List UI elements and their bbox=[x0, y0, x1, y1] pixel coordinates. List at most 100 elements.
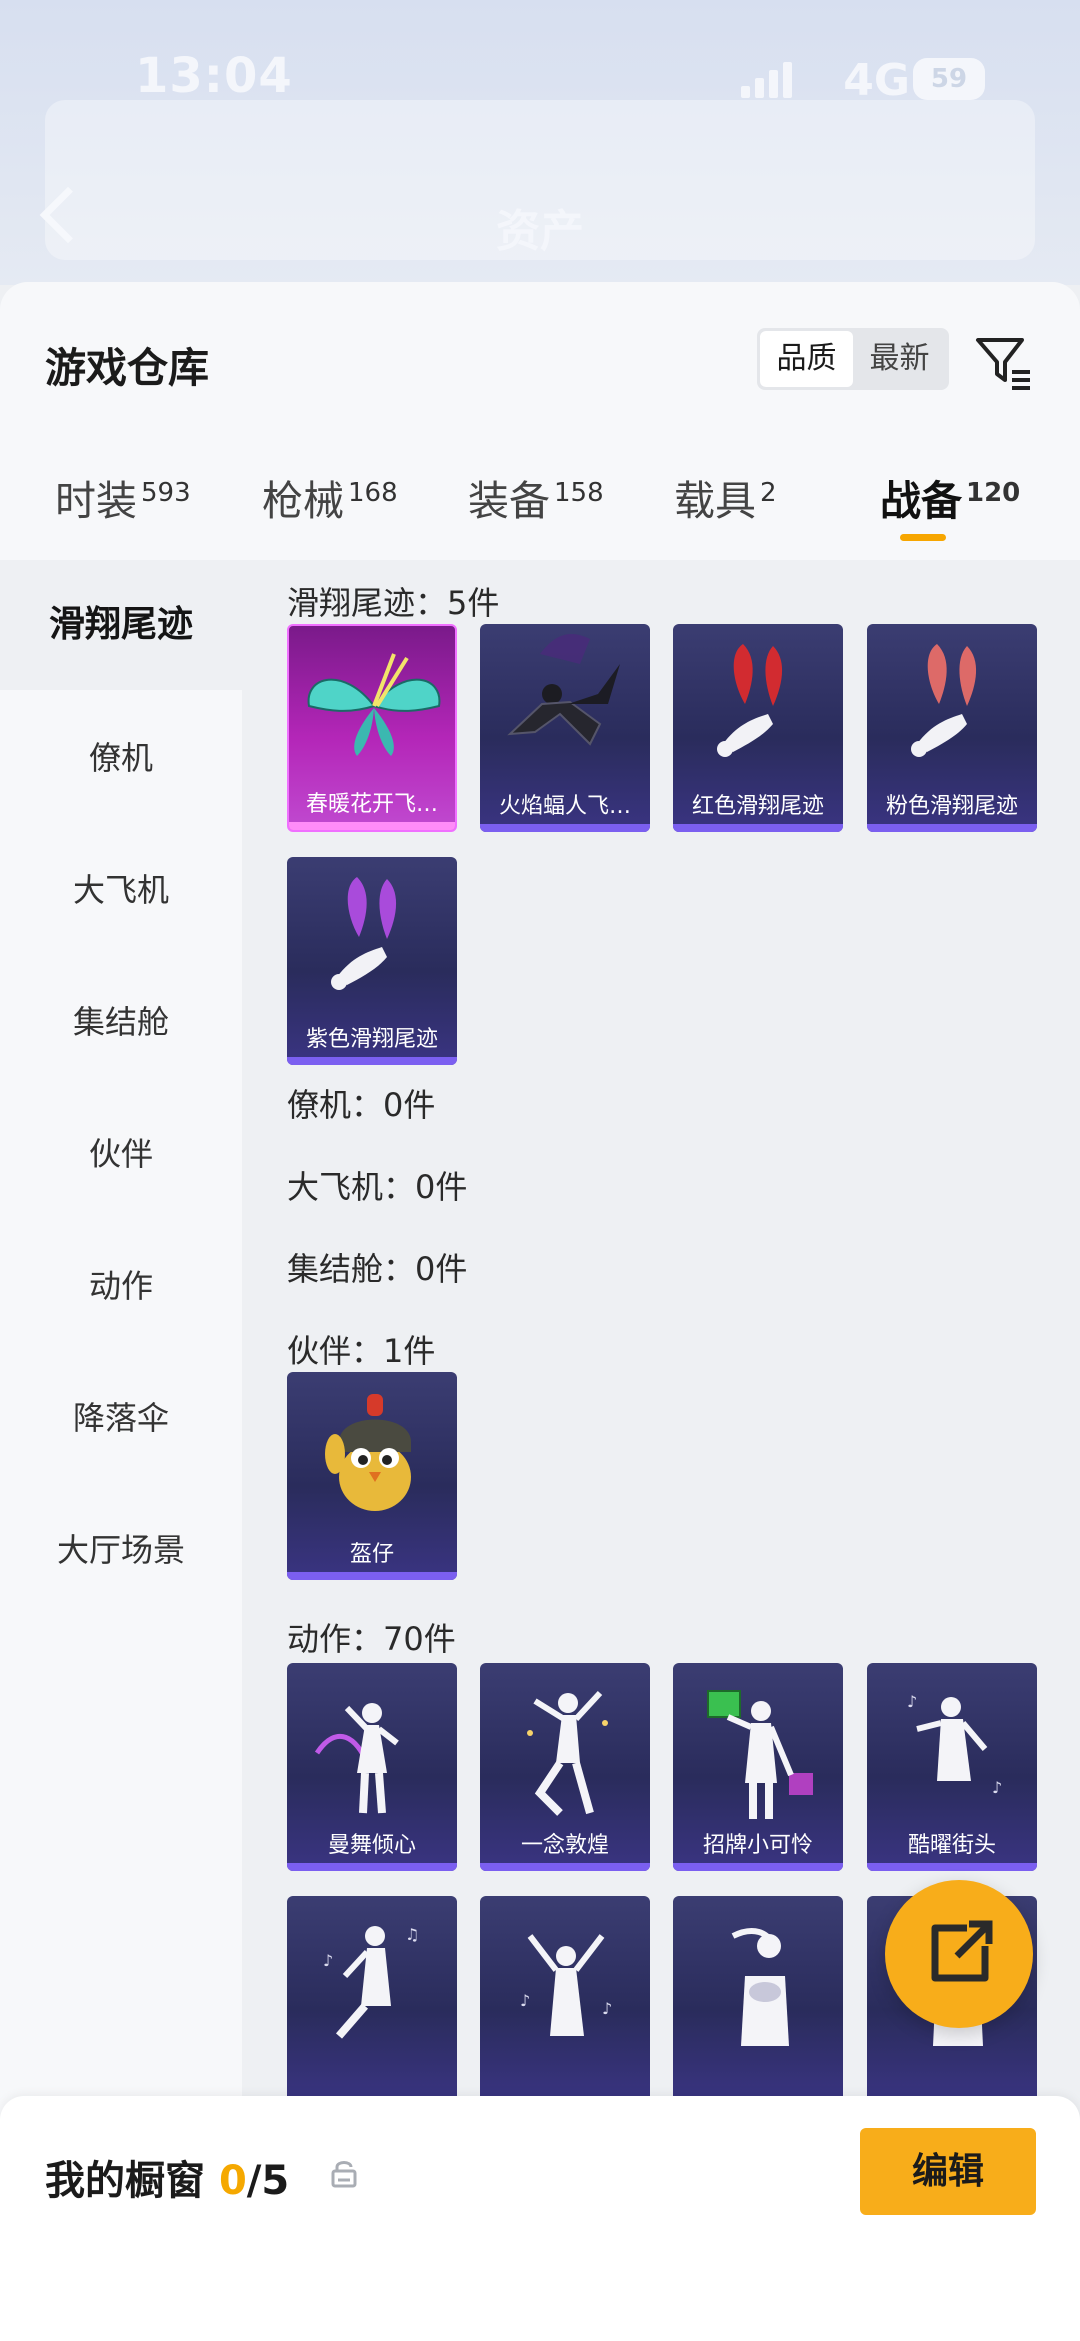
tab-count: 593 bbox=[141, 478, 191, 508]
sidebar-item-glide-trail[interactable]: 滑翔尾迹 bbox=[0, 560, 242, 690]
item-name: 粉色滑翔尾迹 bbox=[885, 794, 1018, 819]
tab-count: 158 bbox=[554, 478, 604, 508]
item-name: 火焰蝠人飞… bbox=[498, 794, 631, 819]
helmet-chick-icon bbox=[325, 1394, 411, 1511]
rarity-bar bbox=[480, 1863, 650, 1871]
tab-label: 载具 bbox=[674, 477, 756, 525]
street-dancer-figure-icon: ♪ ♪ bbox=[907, 1692, 1002, 1797]
rarity-bar bbox=[289, 822, 455, 830]
showcase-total: /5 bbox=[246, 2158, 290, 2204]
tab-label: 时装 bbox=[55, 477, 137, 525]
svg-text:♪: ♪ bbox=[602, 1999, 612, 2018]
showcase-title: 我的橱窗 bbox=[45, 2158, 205, 2204]
item-card[interactable]: ♪ ♫ bbox=[287, 1896, 457, 2104]
edit-button[interactable]: 编辑 bbox=[860, 2128, 1036, 2215]
tab-vehicles[interactable]: 载具 2 bbox=[674, 467, 777, 527]
rarity-bar bbox=[867, 824, 1037, 832]
item-card[interactable]: 火焰蝠人飞… bbox=[480, 624, 650, 832]
rarity-bar bbox=[287, 1057, 457, 1065]
sidebar-item-big-plane[interactable]: 大飞机 bbox=[0, 865, 242, 911]
active-tab-indicator bbox=[900, 534, 946, 541]
sidebar-item-parachute[interactable]: 降落伞 bbox=[0, 1393, 242, 1439]
tab-count: 120 bbox=[966, 478, 1021, 508]
item-card[interactable]: 紫色滑翔尾迹 bbox=[287, 857, 457, 1065]
showcase-current: 0 bbox=[218, 2158, 247, 2204]
butterfly-wings-icon bbox=[307, 653, 441, 756]
rarity-bar bbox=[867, 1863, 1037, 1871]
sidebar-item-emote[interactable]: 动作 bbox=[0, 1261, 242, 1307]
item-name: 盔仔 bbox=[349, 1542, 394, 1567]
section-title-companion: 伙伴：1件 bbox=[287, 1332, 436, 1370]
item-card[interactable]: 一念敦煌 bbox=[480, 1663, 650, 1871]
network-type: 4G bbox=[843, 55, 910, 106]
showcase-count: 0/5 bbox=[219, 2158, 289, 2204]
status-time: 13:04 bbox=[135, 48, 293, 104]
tab-count: 2 bbox=[760, 478, 777, 508]
section-title-pod: 集结舱：0件 bbox=[287, 1250, 468, 1288]
showcase-bar: 我的橱窗 0/5 编辑 bbox=[0, 2096, 1080, 2341]
dancer-figure-icon bbox=[314, 1703, 399, 1814]
item-card[interactable]: 盔仔 bbox=[287, 1372, 457, 1580]
item-card[interactable]: 春暖花开飞… bbox=[287, 624, 457, 832]
share-button[interactable] bbox=[885, 1880, 1033, 2028]
sidebar-item-lobby-scene[interactable]: 大厅场景 bbox=[0, 1525, 242, 1571]
dancer-figure-icon bbox=[731, 1928, 789, 2046]
rarity-bar bbox=[673, 824, 843, 832]
red-smoke-trail-icon bbox=[717, 644, 783, 757]
rarity-bar bbox=[673, 1863, 843, 1871]
item-name: 春暖花开飞… bbox=[305, 792, 438, 817]
section-title-glide-trail: 滑翔尾迹：5件 bbox=[287, 584, 500, 622]
svg-text:♪: ♪ bbox=[520, 1991, 530, 2010]
nav-title: 资产 bbox=[496, 206, 584, 257]
tab-fashion[interactable]: 时装 593 bbox=[55, 467, 191, 527]
item-card[interactable]: 招牌小可怜 bbox=[673, 1663, 843, 1871]
filter-icon[interactable] bbox=[972, 330, 1034, 392]
status-area: 13:04 4G 59 资产 bbox=[0, 0, 1080, 285]
section-title-emote: 动作：70件 bbox=[287, 1620, 456, 1658]
dancer-figure-icon: ♪ ♫ bbox=[323, 1925, 419, 2039]
tab-label: 战备 bbox=[880, 477, 962, 525]
tab-label: 装备 bbox=[468, 477, 550, 525]
sort-latest[interactable]: 最新 bbox=[853, 331, 946, 387]
sidebar-item-pod[interactable]: 集结舱 bbox=[0, 997, 242, 1043]
sidebar-item-wingman[interactable]: 僚机 bbox=[0, 733, 242, 779]
item-card[interactable]: ♪ ♪ bbox=[480, 1896, 650, 2104]
item-name: 红色滑翔尾迹 bbox=[691, 794, 824, 819]
dancer-figure-icon: ♪ ♪ bbox=[520, 1934, 612, 2036]
sidebar-item-companion[interactable]: 伙伴 bbox=[0, 1129, 242, 1175]
sidebar: 滑翔尾迹 僚机 大飞机 集结舱 伙伴 动作 降落伞 大厅场景 bbox=[0, 560, 242, 2341]
battery-icon: 59 bbox=[913, 58, 985, 100]
item-name: 曼舞倾心 bbox=[327, 1833, 416, 1858]
item-name: 酷曜街头 bbox=[907, 1833, 996, 1858]
item-card[interactable]: 曼舞倾心 bbox=[287, 1663, 457, 1871]
tab-readiness[interactable]: 战备 120 bbox=[880, 467, 1020, 527]
tab-label: 枪械 bbox=[262, 477, 344, 525]
dancer-figure-icon bbox=[527, 1690, 608, 1816]
item-card[interactable]: ♪ ♪ 酷曜街头 bbox=[867, 1663, 1037, 1871]
sort-quality[interactable]: 品质 bbox=[760, 331, 853, 387]
rarity-bar bbox=[287, 1572, 457, 1580]
category-tabs: 时装 593 枪械 168 装备 158 载具 2 战备 120 bbox=[0, 467, 1080, 560]
purple-smoke-trail-icon bbox=[331, 877, 397, 990]
lock-icon bbox=[331, 2161, 357, 2188]
pink-smoke-trail-icon bbox=[911, 644, 977, 757]
item-card[interactable] bbox=[673, 1896, 843, 2104]
warehouse-sheet: 游戏仓库 品质 最新 时装 593 枪械 168 装备 158 载具 2 战备 120 滑… bbox=[0, 282, 1080, 2341]
rarity-bar bbox=[480, 824, 650, 832]
flame-batman-figure-icon bbox=[507, 634, 620, 746]
svg-text:♫: ♫ bbox=[405, 1925, 419, 1944]
section-title-wingman: 僚机：0件 bbox=[287, 1086, 436, 1124]
share-icon bbox=[931, 1920, 993, 1982]
item-name: 一念敦煌 bbox=[520, 1833, 609, 1858]
svg-text:♪: ♪ bbox=[323, 1951, 333, 1970]
sign-holding-figure-icon bbox=[707, 1690, 813, 1819]
tab-guns[interactable]: 枪械 168 bbox=[262, 467, 398, 527]
showcase-label: 我的橱窗 0/5 bbox=[45, 2148, 289, 2206]
section-title-big-plane: 大飞机：0件 bbox=[287, 1168, 468, 1206]
tab-equipment[interactable]: 装备 158 bbox=[468, 467, 604, 527]
svg-text:♪: ♪ bbox=[907, 1692, 917, 1711]
item-card[interactable]: 红色滑翔尾迹 bbox=[673, 624, 843, 832]
item-card[interactable]: 粉色滑翔尾迹 bbox=[867, 624, 1037, 832]
sort-toggle: 品质 最新 bbox=[757, 328, 949, 390]
item-name: 紫色滑翔尾迹 bbox=[305, 1027, 438, 1052]
